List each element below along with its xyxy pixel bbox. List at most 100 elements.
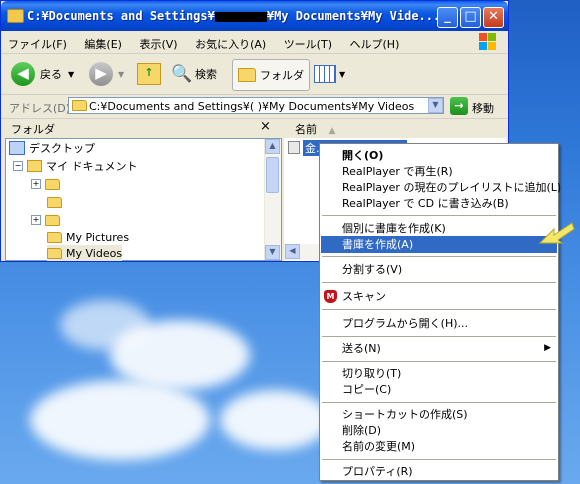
window-title: C:¥Documents and Settings¥ ¥My Documents¥…: [27, 9, 441, 23]
menu-separator: [322, 402, 556, 403]
menu-help[interactable]: ヘルプ(H): [343, 31, 407, 52]
address-bar: アドレス(D) C:¥Documents and Settings¥( )¥My…: [1, 94, 508, 119]
tree-item-folder[interactable]: +: [31, 212, 64, 228]
menu-item-send-to[interactable]: 送る(N) ▶: [321, 340, 557, 357]
submenu-arrow-icon: ▶: [544, 343, 551, 353]
back-button[interactable]: ◀ 戻る ▼: [11, 59, 74, 89]
up-folder-icon: ↑: [137, 63, 161, 85]
folder-icon: [7, 9, 24, 23]
tree-item-label: My Pictures: [66, 230, 130, 244]
folder-icon: [47, 231, 62, 243]
tree-item-label: マイ ドキュメント: [46, 160, 138, 173]
pointer-arrow-icon: [538, 222, 575, 244]
file-icon: [288, 141, 300, 154]
windows-logo-icon: [479, 33, 496, 50]
folder-pane-header: フォルダ: [11, 123, 55, 136]
menu-item-copy[interactable]: コピー(C): [321, 381, 557, 398]
folders-button[interactable]: フォルダ: [232, 59, 310, 91]
tree-item-label: デスクトップ: [29, 142, 95, 155]
menu-item-scan[interactable]: M スキャン: [321, 288, 557, 305]
scroll-left-button[interactable]: ◀: [285, 244, 300, 259]
back-arrow-icon: ◀: [11, 62, 35, 86]
menu-item-rename[interactable]: 名前の変更(M): [321, 438, 557, 455]
menu-separator: [322, 309, 556, 310]
folder-icon: [47, 196, 62, 208]
back-label: 戻る: [40, 68, 62, 81]
scroll-thumb[interactable]: [266, 157, 279, 193]
desktop-icon: [9, 141, 25, 155]
expand-icon[interactable]: +: [31, 179, 41, 189]
address-dropdown-button[interactable]: ▼: [428, 98, 443, 113]
close-button[interactable]: ✕: [483, 7, 504, 28]
sort-up-icon: ▲: [328, 126, 336, 136]
tree-item-label: My Videos: [66, 246, 123, 260]
views-grid-icon: [314, 65, 336, 83]
up-folder-button[interactable]: ↑: [137, 59, 161, 89]
go-arrow-icon[interactable]: →: [450, 97, 468, 115]
menu-file[interactable]: ファイル(F): [1, 31, 74, 52]
folder-tree: デスクトップ − マイ ドキュメント + + My Pictures My Vi…: [5, 138, 282, 261]
folder-icon: [45, 214, 60, 226]
menu-item-open[interactable]: 開く(O): [321, 147, 557, 164]
menu-item-realplayer-playlist[interactable]: RealPlayer の現在のプレイリストに追加(L): [321, 179, 561, 196]
tree-item-my-videos[interactable]: My Videos: [47, 245, 123, 261]
maximize-button[interactable]: □: [460, 7, 481, 28]
menu-separator: [322, 282, 556, 283]
menu-item-split[interactable]: 分割する(V): [321, 261, 557, 278]
folder-icon: [238, 68, 256, 82]
address-input[interactable]: C:¥Documents and Settings¥( )¥My Documen…: [68, 97, 444, 114]
forward-button[interactable]: ▶ ▼: [89, 59, 124, 89]
search-icon: 🔍: [171, 64, 193, 84]
menu-view[interactable]: 表示(V): [132, 31, 184, 52]
scroll-down-button[interactable]: ▼: [265, 245, 280, 260]
menu-item-realplayer-burn[interactable]: RealPlayer で CD に書き込み(B): [321, 195, 557, 212]
my-documents-icon: [27, 160, 42, 172]
menu-item-label: 送る(N): [342, 342, 381, 355]
minimize-button[interactable]: _: [437, 7, 458, 28]
context-menu: 開く(O) RealPlayer で再生(R) RealPlayer の現在のプ…: [319, 143, 561, 481]
menu-separator: [322, 215, 556, 216]
go-label[interactable]: 移動: [472, 100, 494, 116]
menu-separator: [322, 459, 556, 460]
collapse-icon[interactable]: −: [13, 161, 23, 171]
tree-item-folder[interactable]: +: [31, 176, 64, 192]
address-value: C:¥Documents and Settings¥( )¥My Documen…: [89, 100, 415, 113]
menu-item-create-archive[interactable]: 書庫を作成(A): [321, 236, 557, 253]
menu-item-properties[interactable]: プロパティ(R): [321, 463, 557, 480]
folder-icon: [72, 100, 87, 111]
folder-tree-scrollbar[interactable]: ▲ ▼: [264, 139, 281, 260]
search-button[interactable]: 🔍 検索: [171, 59, 217, 89]
tree-item-folder[interactable]: [47, 194, 66, 210]
menu-item-create-individual-archive[interactable]: 個別に書庫を作成(K): [321, 220, 557, 237]
tree-item-my-documents[interactable]: − マイ ドキュメント: [13, 158, 138, 174]
menu-item-open-with[interactable]: プログラムから開く(H)...: [321, 315, 557, 332]
menu-item-create-shortcut[interactable]: ショートカットの作成(S): [321, 406, 557, 423]
redacted-block: [214, 11, 267, 22]
menu-separator: [322, 336, 556, 337]
forward-arrow-icon: ▶: [89, 62, 113, 86]
expand-icon[interactable]: +: [31, 215, 41, 225]
menu-separator: [322, 256, 556, 257]
scroll-up-button[interactable]: ▲: [265, 139, 280, 154]
dropdown-arrow-icon: ▼: [118, 69, 125, 79]
menu-favorites[interactable]: お気に入り(A): [188, 31, 273, 52]
tree-item-my-pictures[interactable]: My Pictures: [47, 229, 129, 245]
desktop-cloud: [30, 380, 210, 460]
menu-item-realplayer-play[interactable]: RealPlayer で再生(R): [321, 163, 557, 180]
views-button[interactable]: ▼: [314, 59, 345, 89]
antivirus-shield-icon: M: [324, 290, 337, 303]
name-column-label: 名前: [295, 123, 317, 136]
search-label: 検索: [195, 68, 217, 81]
file-list-hscrollbar[interactable]: ◀: [284, 244, 324, 260]
menu-item-cut[interactable]: 切り取り(T): [321, 365, 557, 382]
address-label: アドレス(D): [9, 102, 71, 115]
dropdown-arrow-icon: ▼: [68, 69, 75, 79]
menu-edit[interactable]: 編集(E): [77, 31, 129, 52]
dropdown-arrow-icon: ▼: [339, 69, 346, 79]
title-bar[interactable]: C:¥Documents and Settings¥ ¥My Documents¥…: [1, 1, 508, 31]
tree-item-desktop[interactable]: デスクトップ: [9, 140, 95, 156]
menu-item-delete[interactable]: 削除(D): [321, 422, 557, 439]
menu-tools[interactable]: ツール(T): [277, 31, 339, 52]
name-column-header[interactable]: 名前 ▲: [295, 121, 335, 139]
folder-pane-close-button[interactable]: ×: [260, 119, 271, 137]
